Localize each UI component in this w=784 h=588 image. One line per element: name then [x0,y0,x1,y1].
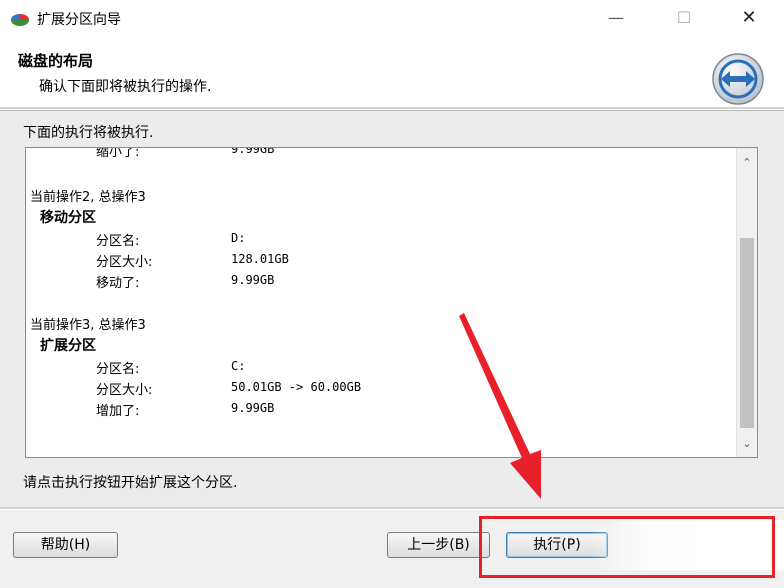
title-bar: 扩展分区向导 — ☐ ✕ [0,0,784,36]
operation-3-name: 扩展分区 [40,338,96,354]
op3-partition-size-label: 分区大小: [96,383,153,398]
window-title: 扩展分区向导 [37,12,121,28]
close-button[interactable]: ✕ [727,4,771,32]
operation-3-header: 当前操作3, 总操作3 [30,318,146,333]
operations-list[interactable]: 缩小了: 9.99GB 当前操作2, 总操作3 移动分区 分区名: D: 分区大… [25,147,758,458]
scroll-down-icon[interactable]: ⌄ [737,433,757,455]
scroll-thumb[interactable] [740,238,754,428]
help-button[interactable]: 帮助(H) [13,532,118,558]
op2-moved-label: 移动了: [96,276,140,291]
shrink-value: 9.99GB [231,148,275,156]
page-subtitle: 确认下面即将被执行的操作. [39,79,212,95]
op2-partition-size-value: 128.01GB [231,252,289,266]
page-title: 磁盘的布局 [18,52,94,70]
op2-partition-size-label: 分区大小: [96,255,153,270]
op3-partition-name-value: C: [231,359,246,373]
operations-content: 缩小了: 9.99GB 当前操作2, 总操作3 移动分区 分区名: D: 分区大… [26,148,736,457]
highlight-box [479,516,775,578]
wizard-header: 磁盘的布局 确认下面即将被执行的操作. [0,36,784,108]
op2-moved-value: 9.99GB [231,273,275,287]
op3-partition-size-value: 50.01GB -> 60.00GB [231,380,362,394]
maximize-button[interactable]: ☐ [662,4,706,32]
minimize-button[interactable]: — [594,4,638,32]
scroll-up-icon[interactable]: ⌃ [737,152,757,174]
op3-increased-value: 9.99GB [231,401,275,415]
op2-partition-name-label: 分区名: [96,234,140,249]
operation-2-header: 当前操作2, 总操作3 [30,190,146,205]
footer-instruction: 请点击执行按钮开始扩展这个分区. [23,475,238,491]
disk-pie-icon [11,14,29,26]
op3-increased-label: 增加了: [96,404,140,419]
op2-partition-name-value: D: [231,231,246,245]
intro-text: 下面的执行将被执行. [23,125,154,141]
operation-2-name: 移动分区 [40,210,96,226]
op3-partition-name-label: 分区名: [96,362,140,377]
double-arrow-icon [712,53,764,105]
vertical-scrollbar[interactable]: ⌃ ⌄ [736,148,757,457]
shrink-label: 缩小了: [96,148,140,160]
back-button[interactable]: 上一步(B) [387,532,490,558]
